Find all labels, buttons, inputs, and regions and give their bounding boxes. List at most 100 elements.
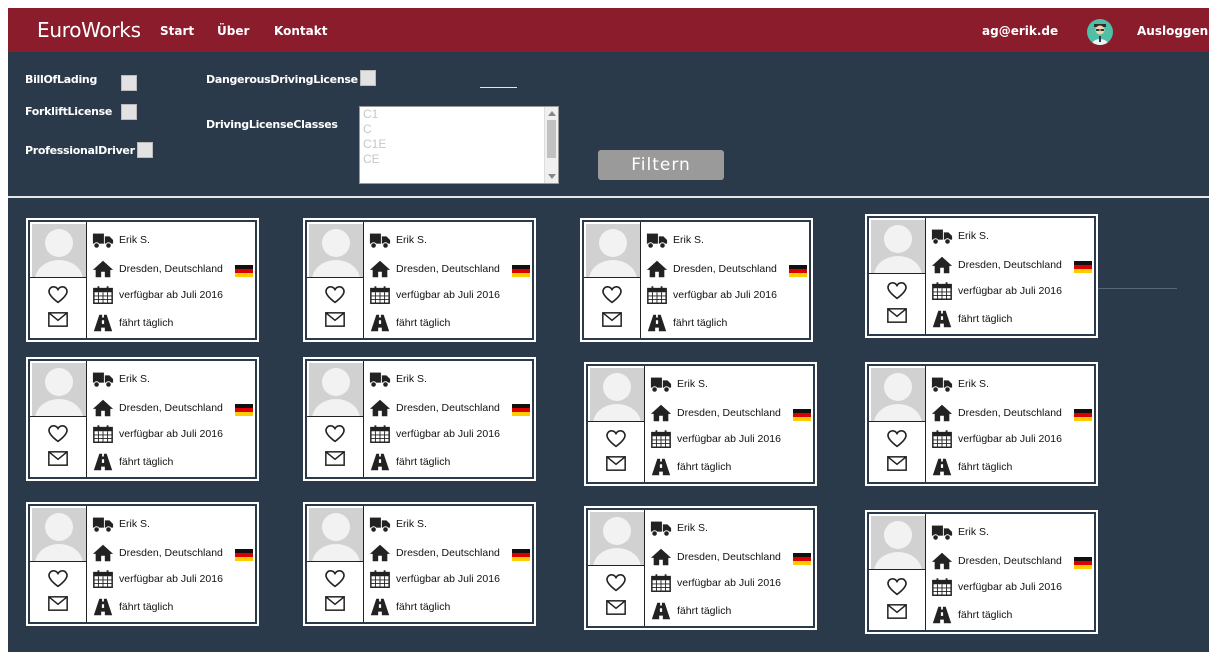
heart-icon[interactable] — [887, 430, 907, 448]
scroll-down-icon[interactable] — [548, 174, 556, 179]
driver-card[interactable]: Erik S. Dresden, Deutschland verfügbar a… — [584, 362, 817, 486]
mail-icon[interactable] — [887, 604, 907, 619]
mail-icon[interactable] — [325, 312, 345, 327]
driver-frequency: fährt täglich — [119, 317, 174, 329]
driver-name: Erik S. — [119, 518, 150, 530]
driver-name-row: Erik S. — [369, 369, 531, 389]
license-class-option[interactable]: C1 — [360, 107, 558, 122]
profile-photo-placeholder — [309, 224, 363, 277]
profile-photo-placeholder — [32, 363, 86, 416]
driver-card[interactable]: Erik S. Dresden, Deutschland verfügbar a… — [303, 502, 536, 626]
driver-location: Dresden, Deutschland — [119, 402, 223, 414]
profile-photo-placeholder — [590, 368, 644, 421]
home-icon — [646, 260, 668, 278]
dangerous-driving-license-checkbox[interactable] — [360, 70, 376, 86]
driver-name: Erik S. — [396, 518, 427, 530]
german-flag-icon — [235, 404, 253, 416]
forklift-license-checkbox[interactable] — [121, 104, 137, 120]
driver-name-row: Erik S. — [650, 374, 812, 394]
bill-of-lading-label: BillOfLading — [25, 73, 98, 86]
scroll-up-icon[interactable] — [548, 111, 556, 116]
heart-icon[interactable] — [48, 425, 68, 443]
navbar: EuroWorks Start Über Kontakt ag@erik.de … — [8, 8, 1209, 52]
nav-link-start[interactable]: Start — [160, 24, 194, 38]
heart-icon[interactable] — [602, 286, 622, 304]
scrollbar-thumb[interactable] — [547, 120, 556, 158]
license-class-option[interactable]: C — [360, 122, 558, 137]
driver-name-row: Erik S. — [931, 522, 1093, 542]
driver-card[interactable]: Erik S. Dresden, Deutschland verfügbar a… — [26, 357, 259, 481]
driver-location: Dresden, Deutschland — [396, 547, 500, 559]
brand-logo[interactable]: EuroWorks — [37, 18, 141, 42]
driver-card[interactable]: Erik S. Dresden, Deutschland verfügbar a… — [865, 510, 1098, 634]
driver-card[interactable]: Erik S. Dresden, Deutschland verfügbar a… — [584, 506, 817, 630]
mail-icon[interactable] — [48, 312, 68, 327]
heart-icon[interactable] — [325, 570, 345, 588]
user-avatar-icon[interactable] — [1087, 19, 1113, 45]
mail-icon[interactable] — [606, 456, 626, 471]
road-icon — [370, 314, 390, 332]
heart-icon[interactable] — [325, 425, 345, 443]
logout-link[interactable]: Ausloggen — [1137, 24, 1208, 38]
driver-card[interactable]: Erik S. Dresden, Deutschland verfügbar a… — [580, 218, 813, 342]
heart-icon[interactable] — [48, 570, 68, 588]
professional-driver-label: ProfessionalDriver — [25, 144, 135, 157]
filter-button[interactable]: Filtern — [598, 150, 724, 180]
listbox-scrollbar[interactable] — [544, 107, 558, 183]
heart-icon[interactable] — [606, 574, 626, 592]
mail-icon[interactable] — [602, 312, 622, 327]
driver-availability: verfügbar ab Juli 2016 — [677, 577, 781, 589]
professional-driver-checkbox[interactable] — [137, 142, 153, 158]
driver-frequency-row: fährt täglich — [92, 452, 254, 472]
driver-name-row: Erik S. — [92, 230, 254, 250]
license-class-option[interactable]: C1E — [360, 137, 558, 152]
calendar-icon — [93, 570, 113, 588]
mail-icon[interactable] — [325, 596, 345, 611]
heart-icon[interactable] — [887, 578, 907, 596]
mail-icon[interactable] — [606, 600, 626, 615]
driving-license-classes-listbox[interactable]: C1 C C1E CE — [359, 106, 559, 184]
heart-icon[interactable] — [325, 286, 345, 304]
nav-link-kontakt[interactable]: Kontakt — [274, 24, 327, 38]
user-email[interactable]: ag@erik.de — [982, 24, 1058, 38]
driver-card[interactable]: Erik S. Dresden, Deutschland verfügbar a… — [26, 502, 259, 626]
driver-name: Erik S. — [958, 230, 989, 242]
german-flag-icon — [235, 265, 253, 277]
mail-icon[interactable] — [325, 451, 345, 466]
license-class-option[interactable]: CE — [360, 152, 558, 167]
driver-frequency: fährt täglich — [119, 456, 174, 468]
truck-icon — [92, 372, 114, 388]
driver-availability: verfügbar ab Juli 2016 — [119, 428, 223, 440]
mail-icon[interactable] — [48, 451, 68, 466]
calendar-icon — [93, 425, 113, 443]
driver-card[interactable]: Erik S. Dresden, Deutschland verfügbar a… — [303, 218, 536, 342]
nav-link-ueber[interactable]: Über — [217, 24, 249, 38]
driver-location-row: Dresden, Deutschland — [92, 398, 254, 418]
driver-frequency: fährt täglich — [677, 461, 732, 473]
heart-icon[interactable] — [887, 282, 907, 300]
truck-icon — [92, 233, 114, 249]
driver-name-row: Erik S. — [650, 518, 812, 538]
home-icon — [369, 260, 391, 278]
mail-icon[interactable] — [48, 596, 68, 611]
driver-name-row: Erik S. — [646, 230, 808, 250]
driver-card[interactable]: Erik S. Dresden, Deutschland verfügbar a… — [865, 362, 1098, 486]
calendar-icon — [370, 425, 390, 443]
german-flag-icon — [512, 404, 530, 416]
heart-icon[interactable] — [606, 430, 626, 448]
driver-card[interactable]: Erik S. Dresden, Deutschland verfügbar a… — [865, 214, 1098, 338]
heart-icon[interactable] — [48, 286, 68, 304]
driver-location-row: Dresden, Deutschland — [646, 259, 808, 279]
truck-icon — [369, 233, 391, 249]
driver-availability-row: verfügbar ab Juli 2016 — [92, 285, 254, 305]
mail-icon[interactable] — [887, 308, 907, 323]
driver-location: Dresden, Deutschland — [677, 407, 781, 419]
driver-card[interactable]: Erik S. Dresden, Deutschland verfügbar a… — [26, 218, 259, 342]
home-icon — [92, 399, 114, 417]
driver-card[interactable]: Erik S. Dresden, Deutschland verfügbar a… — [303, 357, 536, 481]
driver-location-row: Dresden, Deutschland — [92, 543, 254, 563]
calendar-icon — [370, 286, 390, 304]
mail-icon[interactable] — [887, 456, 907, 471]
bill-of-lading-checkbox[interactable] — [121, 75, 137, 91]
calendar-icon — [932, 578, 952, 596]
